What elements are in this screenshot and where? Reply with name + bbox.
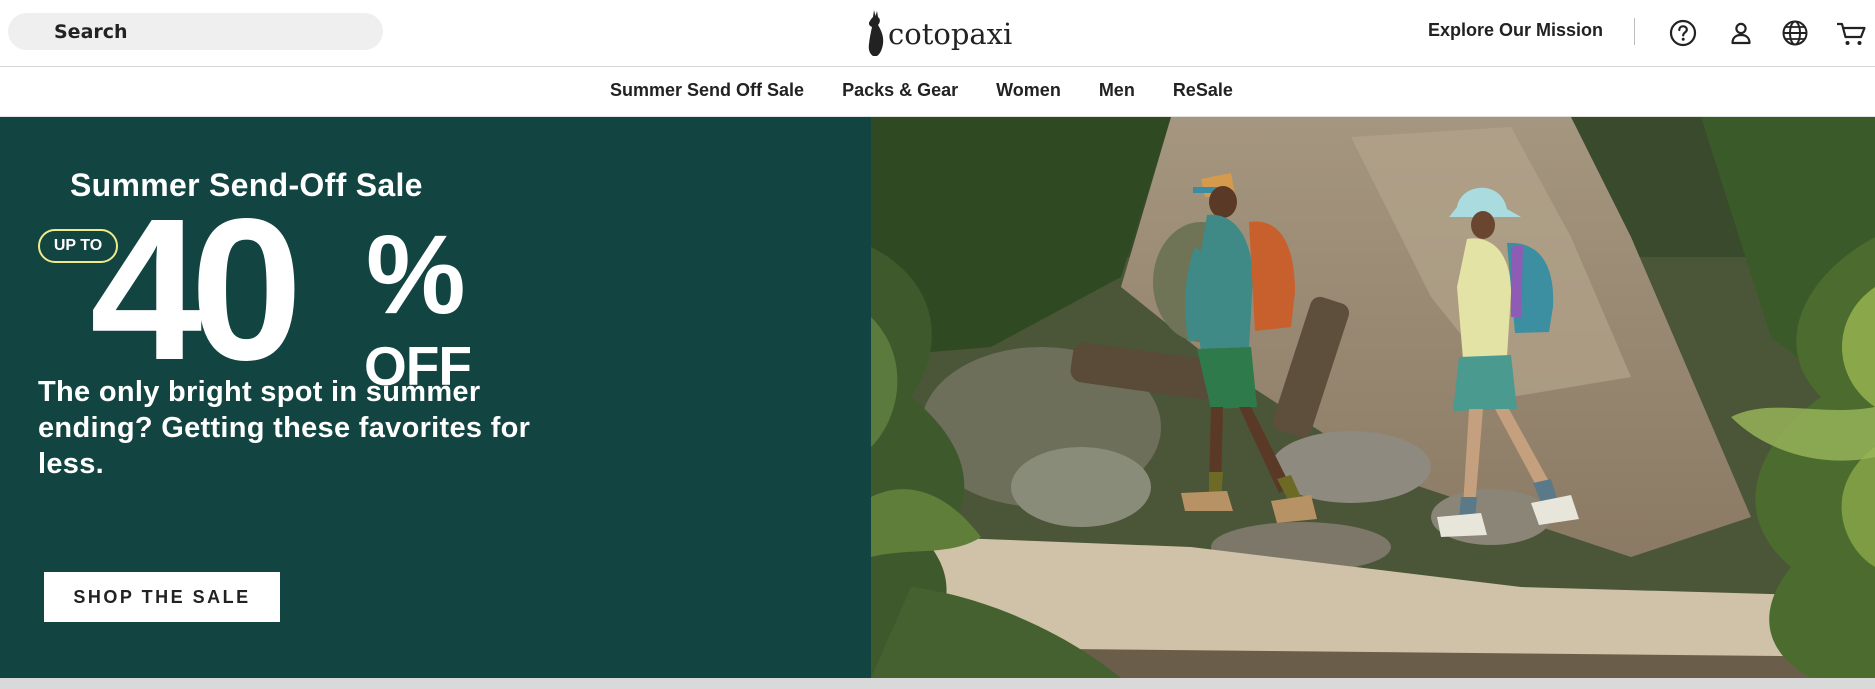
discount-number: 40 — [90, 176, 303, 402]
hikers-trail-image — [871, 117, 1875, 678]
nav-women[interactable]: Women — [996, 80, 1061, 101]
account-icon[interactable] — [1726, 18, 1756, 48]
globe-icon[interactable] — [1780, 18, 1810, 48]
shop-the-sale-button[interactable]: SHOP THE SALE — [44, 572, 280, 622]
help-icon[interactable] — [1668, 18, 1698, 48]
main-nav: Summer Send Off Sale Packs & Gear Women … — [0, 67, 1875, 117]
nav-men[interactable]: Men — [1099, 80, 1135, 101]
nav-packs-gear[interactable]: Packs & Gear — [842, 80, 958, 101]
llama-logo-icon — [868, 10, 884, 56]
percent-sign: % — [366, 212, 466, 337]
hero-photo[interactable] — [871, 117, 1875, 678]
header-divider — [1634, 18, 1635, 45]
search-input[interactable] — [52, 19, 356, 44]
cotopaxi-logo[interactable]: cotopaxi — [866, 8, 1012, 56]
hero-tagline: The only bright spot in summer ending? G… — [38, 376, 531, 480]
explore-mission-link[interactable]: Explore Our Mission — [1428, 20, 1603, 41]
nav-resale[interactable]: ReSale — [1173, 80, 1233, 101]
logo-wordmark: cotopaxi — [888, 17, 1013, 51]
site-header: cotopaxi Explore Our Mission — [0, 0, 1875, 67]
hero-promo-panel: Summer Send-Off Sale UP TO 40 % OFF The … — [0, 117, 871, 678]
nav-summer-sale[interactable]: Summer Send Off Sale — [610, 80, 804, 101]
search-bar[interactable] — [8, 13, 383, 50]
page-bottom-edge — [0, 678, 1875, 689]
cart-icon[interactable] — [1835, 18, 1866, 48]
